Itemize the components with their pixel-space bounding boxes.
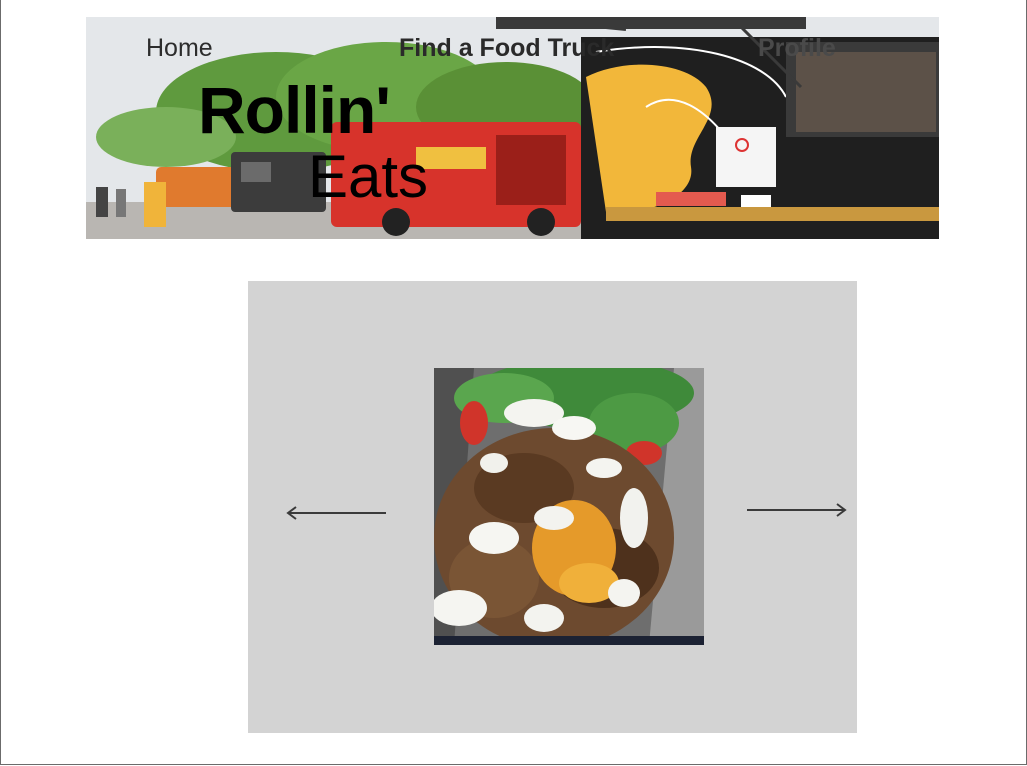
image-carousel	[248, 281, 857, 733]
carousel-prev-button[interactable]	[286, 505, 388, 526]
nav-profile-link[interactable]: Profile	[758, 34, 836, 63]
arrow-left-icon	[286, 506, 386, 520]
carousel-slide-image	[434, 368, 704, 645]
page: Home Find a Food Truck Profile Rollin' E…	[0, 0, 1027, 765]
brand-title-line2: Eats	[308, 143, 429, 210]
arrow-right-icon	[747, 503, 847, 517]
nav-home-link[interactable]: Home	[146, 34, 213, 63]
food-dish-photo	[434, 368, 704, 645]
header-banner: Home Find a Food Truck Profile Rollin' E…	[86, 17, 939, 239]
brand-title-line1: Rollin'	[198, 73, 391, 147]
nav-find-food-truck-link[interactable]: Find a Food Truck	[399, 34, 614, 63]
carousel-next-button[interactable]	[745, 502, 847, 523]
